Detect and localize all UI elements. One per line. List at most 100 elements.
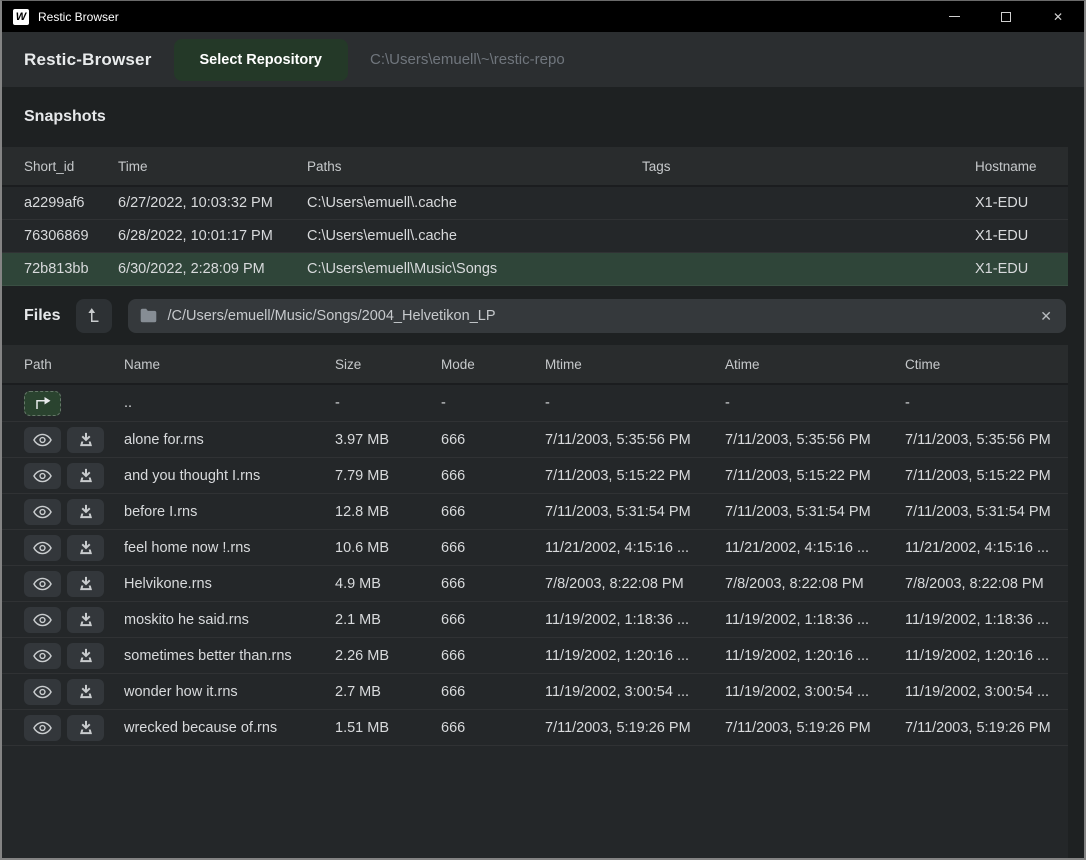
file-name: wonder how it.rns [124,684,335,700]
files-table-body: .. - - - - - alone for.rns 3.97 MB 666 7… [2,385,1068,858]
file-mtime: 11/19/2002, 1:20:16 ... [545,648,725,664]
file-mtime: 7/11/2003, 5:15:22 PM [545,468,725,484]
file-atime: 7/11/2003, 5:15:22 PM [725,468,905,484]
snapshot-short-id: a2299af6 [24,195,118,211]
snapshot-paths: C:\Users\emuell\Music\Songs [307,261,642,277]
file-atime: 7/11/2003, 5:35:56 PM [725,432,905,448]
preview-file-button[interactable] [24,463,61,489]
restore-file-button[interactable] [67,535,104,561]
minimize-icon [949,16,960,17]
file-size: 7.79 MB [335,468,441,484]
file-ctime: 7/11/2003, 5:35:56 PM [905,432,1068,448]
close-button[interactable]: ✕ [1032,1,1084,32]
restore-file-button[interactable] [67,499,104,525]
file-row[interactable]: Helvikone.rns 4.9 MB 666 7/8/2003, 8:22:… [2,566,1068,602]
file-atime: 11/21/2002, 4:15:16 ... [725,540,905,556]
restore-file-button[interactable] [67,643,104,669]
snapshot-paths: C:\Users\emuell\.cache [307,228,642,244]
file-mode: 666 [441,576,545,592]
file-mtime: 7/8/2003, 8:22:08 PM [545,576,725,592]
window-title: Restic Browser [38,10,119,24]
preview-file-button[interactable] [24,499,61,525]
preview-file-button[interactable] [24,427,61,453]
file-mtime: 7/11/2003, 5:19:26 PM [545,720,725,736]
file-atime: 7/11/2003, 5:19:26 PM [725,720,905,736]
column-size: Size [335,357,441,372]
file-atime: 11/19/2002, 1:18:36 ... [725,612,905,628]
file-name: moskito he said.rns [124,612,335,628]
repository-path-field[interactable]: C:\Users\emuell\~\restic-repo [370,51,565,68]
maximize-button[interactable] [980,1,1032,32]
eye-icon [33,577,52,591]
restore-file-button[interactable] [67,463,104,489]
download-icon [78,612,94,627]
file-atime: 7/11/2003, 5:31:54 PM [725,504,905,520]
clear-path-button[interactable]: ✕ [1038,309,1054,323]
file-mtime: 7/11/2003, 5:35:56 PM [545,432,725,448]
file-row[interactable]: moskito he said.rns 2.1 MB 666 11/19/200… [2,602,1068,638]
file-size: 10.6 MB [335,540,441,556]
file-mtime: 11/21/2002, 4:15:16 ... [545,540,725,556]
file-row[interactable]: before I.rns 12.8 MB 666 7/11/2003, 5:31… [2,494,1068,530]
file-name: before I.rns [124,504,335,520]
up-level-button[interactable] [76,299,112,333]
clear-icon: ✕ [1040,308,1052,324]
file-size: 1.51 MB [335,720,441,736]
select-repository-button[interactable]: Select Repository [174,39,349,81]
files-section-header: Files /C/Users/emuell/Music/Songs/2004_H… [2,286,1084,345]
preview-file-button[interactable] [24,715,61,741]
file-atime: 11/19/2002, 1:20:16 ... [725,648,905,664]
file-name: Helvikone.rns [124,576,335,592]
file-row[interactable]: feel home now !.rns 10.6 MB 666 11/21/20… [2,530,1068,566]
preview-file-button[interactable] [24,571,61,597]
snapshots-section-header: Snapshots [2,87,1084,147]
snapshot-short-id: 72b813bb [24,261,118,277]
file-size: 2.7 MB [335,684,441,700]
snapshot-hostname: X1-EDU [975,228,1068,244]
file-ctime: 7/8/2003, 8:22:08 PM [905,576,1068,592]
app-header: Restic-Browser Select Repository C:\User… [2,32,1084,87]
restore-file-button[interactable] [67,607,104,633]
eye-icon [33,433,52,447]
eye-icon [33,469,52,483]
restore-file-button[interactable] [67,679,104,705]
file-size: 2.26 MB [335,648,441,664]
download-icon [78,432,94,447]
eye-icon [33,685,52,699]
snapshot-paths: C:\Users\emuell\.cache [307,195,642,211]
column-mtime: Mtime [545,357,725,372]
restore-file-button[interactable] [67,715,104,741]
download-icon [78,576,94,591]
snapshot-row[interactable]: 76306869 6/28/2022, 10:01:17 PM C:\Users… [2,220,1068,253]
minimize-button[interactable] [928,1,980,32]
eye-icon [33,505,52,519]
preview-file-button[interactable] [24,535,61,561]
file-ctime: 11/21/2002, 4:15:16 ... [905,540,1068,556]
file-row[interactable]: wrecked because of.rns 1.51 MB 666 7/11/… [2,710,1068,746]
file-size: 2.1 MB [335,612,441,628]
go-up-button[interactable] [24,391,61,416]
file-path-bar[interactable]: /C/Users/emuell/Music/Songs/2004_Helveti… [128,299,1066,333]
parent-dir-ctime: - [905,395,1068,411]
snapshot-row[interactable]: 72b813bb 6/30/2022, 2:28:09 PM C:\Users\… [2,253,1068,286]
file-row[interactable]: alone for.rns 3.97 MB 666 7/11/2003, 5:3… [2,422,1068,458]
file-row[interactable]: sometimes better than.rns 2.26 MB 666 11… [2,638,1068,674]
parent-dir-size: - [335,395,441,411]
file-row[interactable]: and you thought I.rns 7.79 MB 666 7/11/2… [2,458,1068,494]
eye-icon [33,649,52,663]
restore-file-button[interactable] [67,427,104,453]
snapshot-row[interactable]: a2299af6 6/27/2022, 10:03:32 PM C:\Users… [2,187,1068,220]
app-logo-icon: W [13,9,29,25]
column-time: Time [118,159,307,174]
preview-file-button[interactable] [24,607,61,633]
file-row[interactable]: wonder how it.rns 2.7 MB 666 11/19/2002,… [2,674,1068,710]
parent-directory-row[interactable]: .. - - - - - [2,385,1068,422]
file-mode: 666 [441,612,545,628]
column-name: Name [124,357,335,372]
parent-dir-mode: - [441,395,545,411]
file-name: sometimes better than.rns [124,648,335,664]
restore-file-button[interactable] [67,571,104,597]
preview-file-button[interactable] [24,679,61,705]
files-table-header: Path Name Size Mode Mtime Atime Ctime [2,345,1068,385]
preview-file-button[interactable] [24,643,61,669]
